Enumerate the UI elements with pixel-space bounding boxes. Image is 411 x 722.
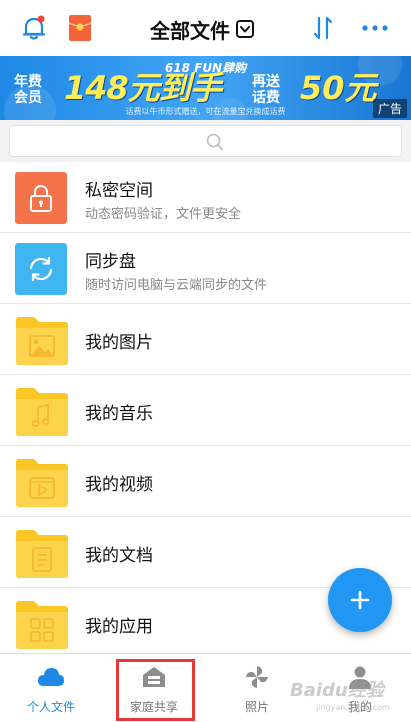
list-item-label: 我的应用 bbox=[85, 617, 153, 637]
banner-mid-line2: 话费 bbox=[252, 90, 280, 106]
list-item-subtitle: 动态密码验证，文件更安全 bbox=[85, 207, 242, 222]
tab-label: 个人文件 bbox=[26, 700, 75, 714]
folder-music-icon bbox=[16, 388, 68, 436]
folder-apps-icon bbox=[16, 601, 68, 649]
banner-big-price: 148元到手 bbox=[64, 69, 222, 107]
list-item-my-music[interactable]: 我的音乐 bbox=[0, 375, 411, 446]
lock-icon bbox=[15, 172, 69, 224]
list-item-my-videos[interactable]: 我的视频 bbox=[0, 446, 411, 517]
highlight-box bbox=[116, 659, 195, 721]
top-bar: 全部文件 bbox=[0, 0, 411, 56]
search-input[interactable] bbox=[9, 125, 402, 157]
banner-left-line1: 年费 bbox=[14, 74, 42, 90]
folder-image-icon bbox=[16, 317, 68, 365]
chevron-down-icon bbox=[236, 20, 254, 38]
sort-icon[interactable] bbox=[311, 14, 335, 42]
folder-title-selector[interactable]: 全部文件 bbox=[150, 14, 254, 44]
banner-mid-text: 再送 话费 bbox=[252, 74, 280, 106]
list-item-label: 我的文档 bbox=[85, 546, 153, 566]
pinwheel-icon bbox=[246, 666, 268, 688]
folder-document-icon bbox=[16, 530, 68, 578]
sync-icon bbox=[15, 243, 69, 295]
banner-footnote: 话费以牛币形式赠送，可在流量宝兑换成话费 bbox=[125, 107, 286, 116]
list-item-my-pictures[interactable]: 我的图片 bbox=[0, 304, 411, 375]
list-item-label: 我的图片 bbox=[85, 333, 153, 353]
list-item-label: 同步盘 bbox=[85, 252, 136, 272]
app-screen: 全部文件 618 FUN肆购 年费 会员 148元到手 再送 话费 50元 话费… bbox=[0, 0, 411, 722]
watermark: Baidu经验 bbox=[290, 680, 384, 701]
search-row bbox=[0, 120, 411, 162]
folder-video-icon bbox=[16, 459, 68, 507]
more-icon[interactable] bbox=[360, 14, 390, 42]
bell-icon[interactable] bbox=[20, 14, 48, 42]
cloud-icon bbox=[38, 668, 64, 686]
list-item-label: 我的视频 bbox=[85, 475, 153, 495]
search-icon bbox=[206, 133, 224, 151]
banner-right-price: 50元 bbox=[300, 69, 377, 107]
banner-left-text: 年费 会员 bbox=[14, 74, 42, 106]
red-packet-icon[interactable] bbox=[68, 14, 92, 42]
ad-badge: 广告 bbox=[372, 99, 407, 118]
add-button[interactable] bbox=[328, 568, 392, 632]
list-item-subtitle: 随时访问电脑与云端同步的文件 bbox=[85, 278, 268, 293]
page-title: 全部文件 bbox=[150, 18, 230, 43]
tab-personal-files[interactable]: 个人文件 bbox=[0, 654, 102, 722]
watermark-url: jingyan.baidu.com bbox=[316, 703, 390, 712]
promo-banner[interactable]: 618 FUN肆购 年费 会员 148元到手 再送 话费 50元 话费以牛币形式… bbox=[0, 56, 411, 120]
plus-icon bbox=[350, 590, 370, 610]
list-item-label: 我的音乐 bbox=[85, 404, 153, 424]
list-item-private-space[interactable]: 私密空间 动态密码验证，文件更安全 bbox=[0, 162, 411, 233]
banner-left-line2: 会员 bbox=[14, 90, 42, 106]
list-item-sync-drive[interactable]: 同步盘 随时访问电脑与云端同步的文件 bbox=[0, 233, 411, 304]
banner-mid-line1: 再送 bbox=[252, 74, 280, 90]
list-item-label: 私密空间 bbox=[85, 181, 153, 201]
